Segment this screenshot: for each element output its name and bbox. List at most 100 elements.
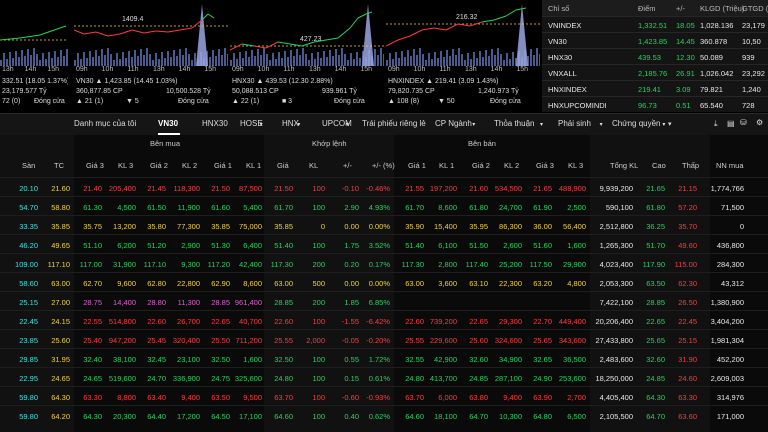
price-line-segment <box>207 13 215 19</box>
cell-kl-3: 2,500 <box>567 203 586 212</box>
market-tab-10[interactable]: Chứng quyền <box>612 119 661 128</box>
cell-nn-mua: 71,500 <box>721 203 744 212</box>
col-header: Giá 2 <box>472 161 490 170</box>
volume-bar <box>263 48 265 66</box>
time-label: 11h <box>283 66 295 73</box>
header-1: Điểm <box>638 4 656 13</box>
chevron-down-icon: ▾ <box>599 122 603 128</box>
index-chart-4[interactable]: 216.32 09h 10h 11h 13h 14h 15h HNXINDEX ▲ 219.4… <box>386 0 540 112</box>
table-row[interactable]: 22.45 24.15 22.55 514,800 22.60 26,700 22.65 40… <box>0 310 768 331</box>
more-tabs-icon[interactable]: ▾ <box>668 120 672 128</box>
index-row-hnx30[interactable]: HNX30 439.53 12.30 50.089 939 <box>542 48 768 65</box>
market-tab-2[interactable]: HNX30 <box>202 119 228 128</box>
volume-bar <box>380 48 382 66</box>
volume-bar <box>233 53 235 66</box>
volume-bar <box>443 57 445 66</box>
volume-bar <box>398 58 400 66</box>
price-line-segment <box>433 27 447 31</box>
level-label: 427.23 <box>300 36 322 43</box>
volume-bar <box>350 53 352 66</box>
cell-kl-3: 29,900 <box>563 260 586 269</box>
cell-th-p: 62.30 <box>678 279 697 288</box>
col-header: TC <box>54 161 64 170</box>
volume-bar <box>461 54 463 66</box>
index-cell: HNXUPCOMINDI <box>548 101 607 110</box>
market-tab-9[interactable]: Phái sinh <box>558 119 591 128</box>
table-row[interactable]: 46.20 49.65 51.10 6,200 51.20 2,900 51.30 6,400… <box>0 234 768 255</box>
index-row-hnxindex[interactable]: HNXINDEX 219.41 3.09 79.821 1,240 <box>542 80 768 97</box>
pin-icon[interactable]: ⤓ <box>714 119 718 129</box>
advances-text: 72 (0) <box>2 98 21 105</box>
time-label: 15h <box>516 66 529 73</box>
chevron-down-icon: ▾ <box>472 122 476 128</box>
price-line-segment <box>131 29 145 34</box>
volume-bar <box>338 55 340 66</box>
index-chart-3[interactable]: 427.23 09h 10h 11h 13h 14h 15h HNX30 ▲ 439.53 (… <box>230 0 384 112</box>
volume-bar <box>359 58 361 66</box>
index-cell: 728 <box>742 101 755 110</box>
volume-bar <box>434 52 436 66</box>
table-row[interactable]: 59.80 64.20 64.30 20,300 64.40 17,200 64.50 17,… <box>0 405 768 426</box>
volume-spike <box>196 4 208 66</box>
volume-bar <box>239 52 241 66</box>
index-row-vnindex[interactable]: VNINDEX 1,332.51 18.05 1,028.136 23,179 <box>542 16 768 33</box>
index-cell: 1,026.042 <box>700 69 734 78</box>
col-header: Giá <box>277 161 289 170</box>
table-row[interactable]: 20.10 21.60 21.40 205,400 21.45 118,300 21.50 8… <box>0 177 768 198</box>
table-row[interactable]: 59.80 64.30 63.30 8,800 63.40 9,400 63.50 9,500… <box>0 386 768 407</box>
volume-bar <box>167 51 169 66</box>
index-chart-1[interactable]: 13h 14h 15h 332.51 (18.05 1.37%) 23,179.577 … <box>0 0 68 112</box>
group-header: Bên mua <box>150 139 181 148</box>
market-tab-0[interactable]: Danh mục của tôi <box>74 119 136 128</box>
table-row[interactable]: 22.95 24.65 24.65 519,600 24.70 336,900 24.75 3… <box>0 367 768 388</box>
chart-plot <box>386 4 540 66</box>
chart-plot <box>230 4 384 66</box>
volume-bar <box>248 57 250 66</box>
index-volume-text: 50,088.513 CP <box>232 88 279 95</box>
price-line-segment <box>143 30 157 34</box>
settings-icon[interactable]: ⚙ <box>756 118 763 127</box>
volume-bar <box>45 59 47 66</box>
price-line-segment <box>230 43 243 51</box>
index-cell: 23,179 <box>742 21 765 30</box>
volume-bar <box>317 52 319 66</box>
volume-bar <box>404 57 406 66</box>
table-row[interactable]: 25.15 27.00 28.75 14,400 28.80 11,300 28.85 961… <box>0 291 768 312</box>
volume-bar <box>251 50 253 66</box>
volume-bar <box>36 54 38 66</box>
cell-nn-mua: 3,404,200 <box>710 317 744 326</box>
market-tab-8[interactable]: Thỏa thuận <box>494 119 534 128</box>
market-tab-7[interactable]: CP Ngành <box>435 119 472 128</box>
table-row[interactable]: 33.35 35.85 35.75 13,200 35.80 77,300 35.85 75,… <box>0 215 768 236</box>
market-tab-6[interactable]: Trái phiếu riêng lẻ <box>362 119 426 128</box>
index-row-vnxall[interactable]: VNXALL 2,185.76 26.91 1,026.042 23,292 <box>542 64 768 81</box>
index-row-vn30[interactable]: VN30 1,423.85 14.45 360.878 10,50 <box>542 32 768 49</box>
cell-kl-3: 343,600 <box>558 336 586 345</box>
volume-bar <box>488 56 490 66</box>
volume-bar <box>452 49 454 66</box>
filter-icon[interactable]: ⛁ <box>740 118 747 127</box>
table-row[interactable]: 54.70 58.80 61.30 4,500 61.50 11,900 61.60 5,40… <box>0 196 768 217</box>
volume-bar <box>3 53 5 66</box>
volume-bar <box>212 50 214 66</box>
volume-bar <box>66 49 68 66</box>
chevron-down-icon: ▾ <box>662 122 666 128</box>
advances-text: ▲ 22 (1) <box>232 98 260 105</box>
price-line-segment <box>445 23 459 31</box>
market-tab-1[interactable]: VN30 <box>158 119 178 128</box>
index-table-header: Chỉ số Điểm +/- KLGD (Triệu) GTGD ( <box>542 0 768 16</box>
cell-nn-mua: 284,300 <box>716 260 744 269</box>
table-row[interactable]: 58.60 63.00 62.70 9,600 62.80 22,800 62.90 8,60… <box>0 272 768 293</box>
volume-bar <box>95 50 97 66</box>
price-board-table: Bên mua Khớp lệnh Bên bán Sàn TC Giá 3 KL 3 Giá… <box>0 135 768 432</box>
index-chart-2[interactable]: 1409.4 09h 10h 11h 13h 14h 15h VN30 ▲ 1,423.85 … <box>74 0 228 112</box>
index-cell: 26.91 <box>676 69 695 78</box>
volume-bar <box>39 60 41 66</box>
export-icon[interactable]: ▤ <box>727 119 735 128</box>
table-row[interactable]: 23.85 25.60 25.40 947,200 25.45 320,400 25.50 7… <box>0 329 768 350</box>
volume-bar <box>257 49 259 66</box>
table-row[interactable]: 109.00 117.10 117.00 31,900 117.10 9,300 117.2… <box>0 253 768 274</box>
table-row[interactable]: 29.85 31.95 32.40 38,100 32.45 23,100 32.50 1,6… <box>0 348 768 369</box>
cell-nn-mua: 1,380,900 <box>710 298 744 307</box>
index-row-hnxupcomindi[interactable]: HNXUPCOMINDI 96.73 0.51 65.540 728 <box>542 96 768 113</box>
